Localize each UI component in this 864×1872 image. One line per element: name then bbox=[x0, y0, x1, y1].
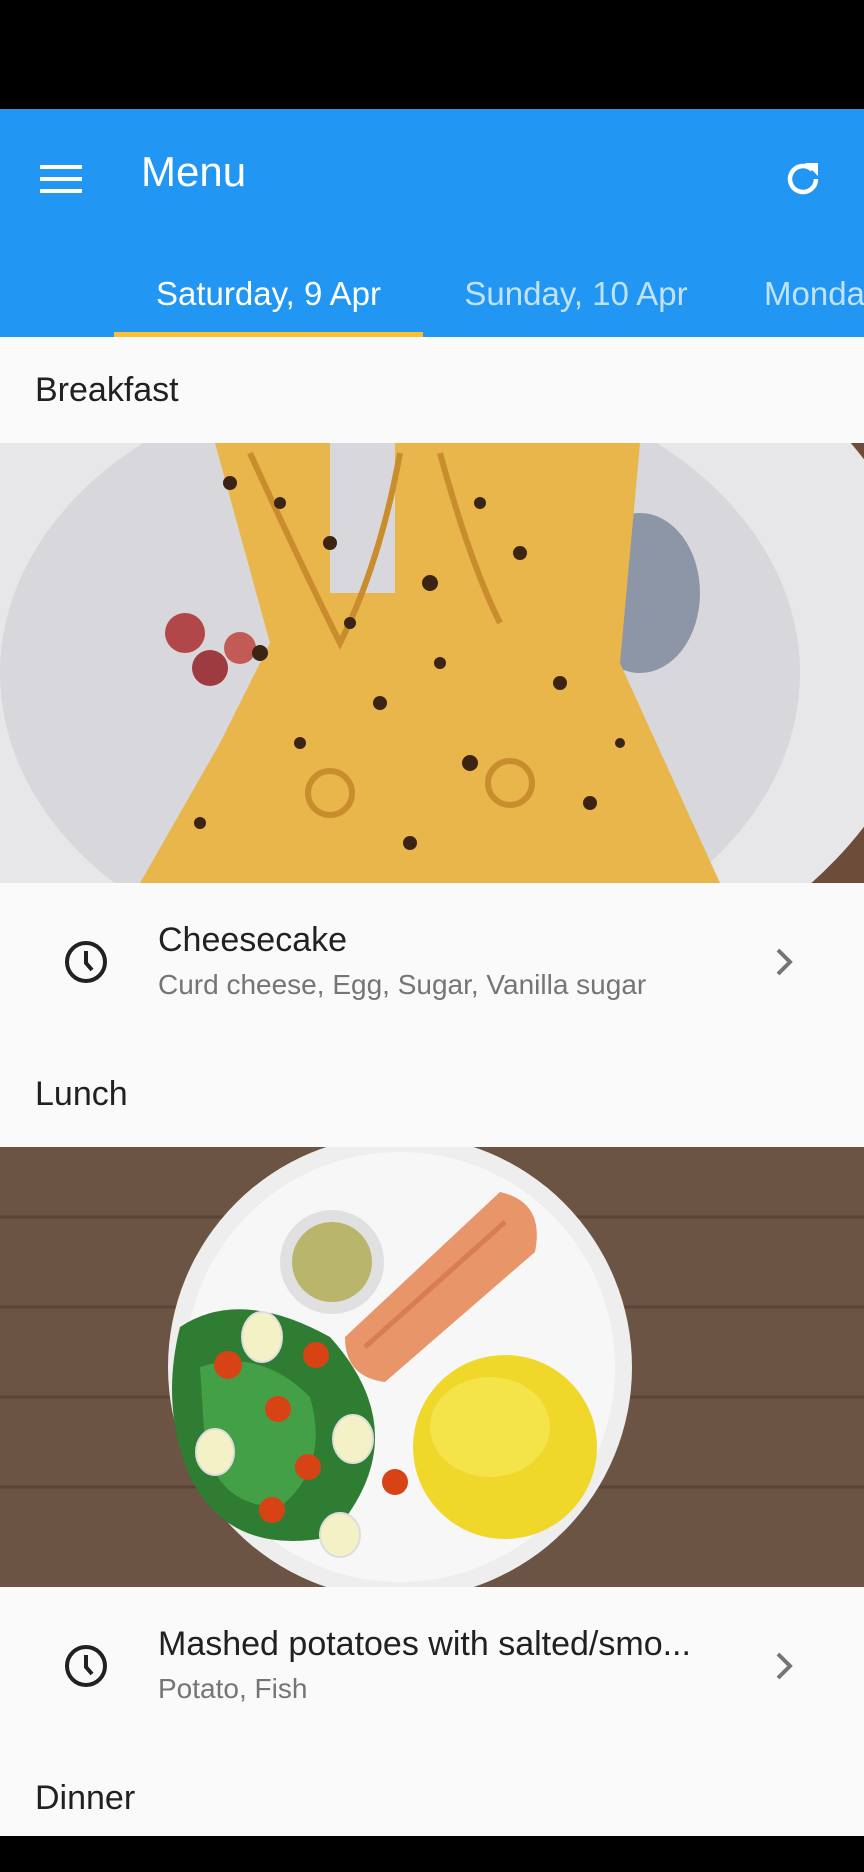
chevron-right-icon bbox=[776, 1652, 793, 1680]
chevron-right-icon bbox=[776, 948, 793, 976]
meal-name: Cheesecake bbox=[158, 921, 348, 959]
tab-saturday[interactable]: Saturday, 9 Apr bbox=[114, 251, 423, 337]
status-bar bbox=[0, 0, 864, 109]
breakfast-food-image[interactable] bbox=[0, 443, 864, 883]
lunch-food-image[interactable] bbox=[0, 1147, 864, 1587]
page-title: Menu bbox=[141, 148, 247, 195]
section-title-breakfast: Breakfast bbox=[35, 371, 179, 409]
app-bar: Menu Saturday, 9 Apr Sunday, 10 Apr Mond… bbox=[0, 109, 864, 337]
section-header-breakfast: Breakfast bbox=[0, 337, 864, 443]
clock-icon bbox=[65, 941, 107, 983]
refresh-icon[interactable] bbox=[768, 144, 838, 214]
hamburger-menu-icon[interactable] bbox=[26, 144, 96, 214]
meal-item-mashed-potatoes[interactable]: Mashed potatoes with salted/smo... Potat… bbox=[0, 1587, 864, 1746]
navigation-bar bbox=[0, 1836, 864, 1872]
tab-sunday[interactable]: Sunday, 10 Apr bbox=[436, 251, 716, 337]
section-header-lunch: Lunch bbox=[0, 1041, 864, 1147]
meal-ingredients: Curd cheese, Egg, Sugar, Vanilla sugar bbox=[158, 969, 647, 1000]
meal-ingredients: Potato, Fish bbox=[158, 1673, 308, 1704]
meal-name: Mashed potatoes with salted/smo... bbox=[158, 1625, 691, 1663]
section-title-lunch: Lunch bbox=[35, 1075, 128, 1113]
meal-item-cheesecake[interactable]: Cheesecake Curd cheese, Egg, Sugar, Vani… bbox=[0, 883, 864, 1042]
day-tabs: Saturday, 9 Apr Sunday, 10 Apr Monda bbox=[0, 251, 864, 337]
clock-icon bbox=[65, 1645, 107, 1687]
tab-monday[interactable]: Monda bbox=[764, 251, 864, 337]
